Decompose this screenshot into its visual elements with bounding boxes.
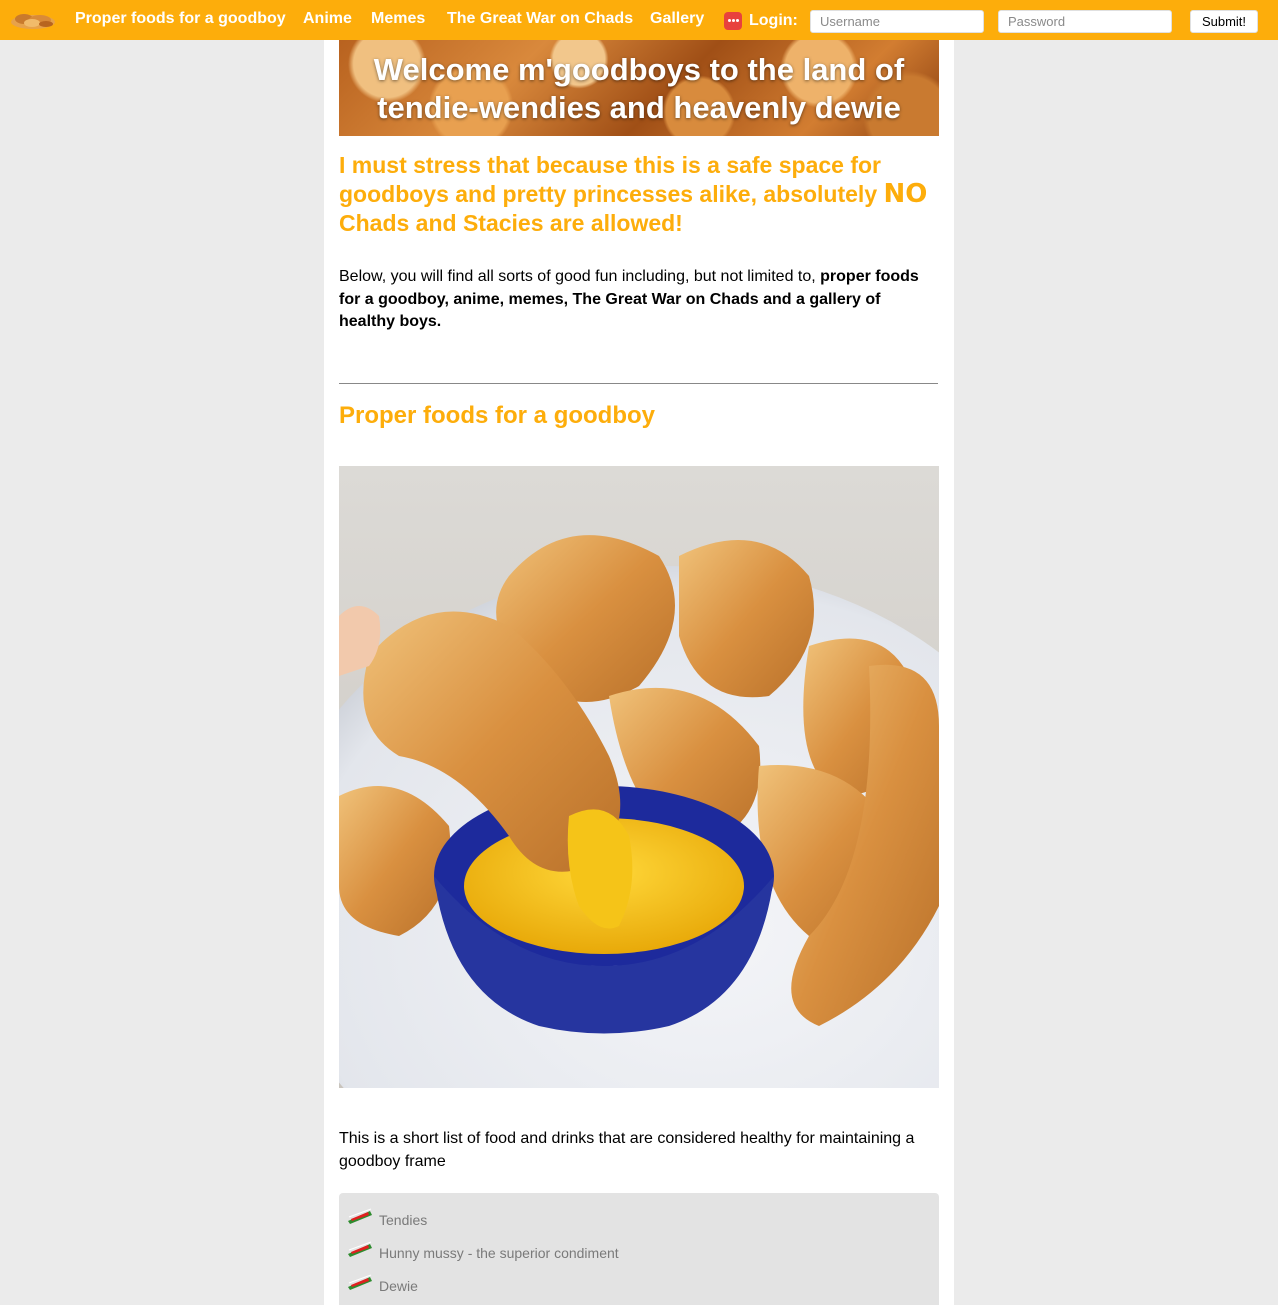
food-list: Tendies Hunny mussy - the superior condi… [339, 1193, 939, 1305]
tendies-dipping-photo [339, 466, 939, 1088]
hero-title-line2: tendie-wendies and heavenly dewie [377, 90, 901, 125]
login-label: Login: [749, 12, 798, 29]
warning-text-part2: Chads and Stacies are allowed! [339, 210, 683, 236]
username-input[interactable] [810, 10, 984, 33]
warning-text-part1: I must stress that because this is a saf… [339, 152, 884, 207]
password-manager-icon[interactable] [724, 12, 742, 30]
nav-link-great-war-on-chads[interactable]: The Great War on Chads [447, 10, 633, 28]
list-item-label: Tendies [379, 1212, 428, 1228]
nav-link-anime[interactable]: Anime [303, 10, 352, 28]
warning-emphasis: NO [883, 179, 928, 209]
dew-bullet-icon [348, 1241, 372, 1257]
hero-banner: Welcome m'goodboys to the land of tendie… [339, 40, 939, 136]
nav-link-memes[interactable]: Memes [371, 10, 425, 28]
password-input[interactable] [998, 10, 1172, 33]
list-item: Tendies [339, 1207, 939, 1231]
hero-title: Welcome m'goodboys to the land of tendie… [339, 51, 939, 127]
nav-link-gallery[interactable]: Gallery [650, 10, 704, 28]
warning-heading: I must stress that because this is a saf… [339, 151, 929, 238]
submit-button[interactable]: Submit! [1190, 10, 1258, 33]
list-item-label: Dewie [379, 1278, 418, 1294]
top-navbar: Proper foods for a goodboy Anime Memes T… [0, 0, 1278, 40]
food-list-intro: This is a short list of food and drinks … [339, 1130, 915, 1170]
list-item: Hunny mussy - the superior condiment [339, 1240, 939, 1264]
list-item: Dewie [339, 1273, 939, 1297]
intro-paragraph: Below, you will find all sorts of good f… [339, 266, 939, 334]
section-title: Proper foods for a goodboy [339, 402, 655, 429]
content-column: Welcome m'goodboys to the land of tendie… [324, 40, 954, 1305]
dew-bullet-icon [348, 1208, 372, 1224]
section-divider [339, 383, 938, 384]
intro-plain-text: Below, you will find all sorts of good f… [339, 268, 821, 285]
tendies-logo-icon[interactable] [10, 9, 56, 31]
hero-title-line1: Welcome m'goodboys to the land of [373, 52, 905, 87]
list-item-label: Hunny mussy - the superior condiment [379, 1245, 619, 1261]
dew-bullet-icon [348, 1274, 372, 1290]
nav-link-proper-foods[interactable]: Proper foods for a goodboy [75, 10, 286, 28]
